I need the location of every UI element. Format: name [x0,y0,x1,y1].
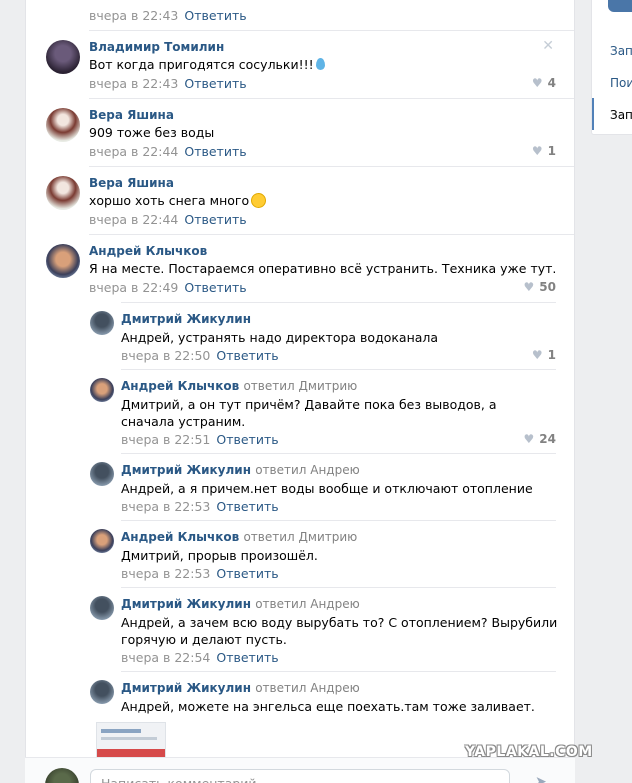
avatar[interactable] [90,462,114,486]
comment-text: 909 тоже без воды [89,125,215,140]
comment-text: Андрей, а я причем.нет воды вообще и отк… [121,481,533,496]
avatar[interactable] [90,596,114,620]
like-button[interactable]: ♥ 24 [524,432,556,446]
comment-author[interactable]: Дмитрий Жикулин [121,312,251,326]
comment-meta: вчера в 22:44 Ответить [89,212,247,227]
reply-link[interactable]: Ответить [184,144,246,159]
send-icon[interactable]: ➤ [535,774,549,783]
heart-icon: ♥ [531,144,543,158]
heart-icon: ♥ [523,432,535,446]
reply-link[interactable]: Ответить [216,348,278,363]
comment-meta: вчера в 22:43 Ответить [89,8,247,23]
reply-link[interactable]: Ответить [184,76,246,91]
laughing-emoji-icon [251,193,267,208]
avatar[interactable] [46,40,80,74]
comment-author[interactable]: Дмитрий Жикулин ответил Андрею [121,681,360,695]
avatar [45,768,79,783]
comment-meta: вчера в 22:49 Ответить [89,280,247,295]
droplet-emoji-icon [315,58,325,70]
reply-link[interactable]: Ответить [216,499,278,514]
divider [121,302,556,303]
comment-input[interactable]: Написать комментарий... [90,769,510,783]
comment-meta: вчера в 22:51 Ответить [121,432,279,447]
like-button[interactable]: ♥ 4 [532,76,556,90]
divider [121,587,556,588]
divider [121,453,556,454]
avatar[interactable] [90,311,114,335]
right-sidebar: Зап Пои Зап [591,0,632,135]
comment-meta: вчера в 22:50 Ответить [121,348,279,363]
comment-meta: вчера в 22:53 Ответить [121,499,279,514]
avatar[interactable] [46,108,80,142]
reply-link[interactable]: Ответить [184,8,246,23]
comment-meta: вчера в 22:43 Ответить [89,76,247,91]
reply-link[interactable]: Ответить [216,566,278,581]
divider [121,671,556,672]
comment-meta: вчера в 22:53 Ответить [121,566,279,581]
avatar[interactable] [90,680,114,704]
avatar[interactable] [46,176,80,210]
avatar[interactable] [90,529,114,553]
avatar[interactable] [46,244,80,278]
divider [121,369,556,370]
vk-logo-icon [608,0,632,12]
comment-meta: вчера в 22:44 Ответить [89,144,247,159]
like-button[interactable]: ♥ 50 [524,280,556,294]
heart-icon: ♥ [523,280,535,294]
like-button[interactable]: ♥ 1 [532,144,556,158]
divider [89,30,574,31]
comment-author[interactable]: Андрей Клычков ответил Дмитрию [121,379,357,393]
comment-text: Я на месте. Постараемся оперативно всё у… [89,261,557,276]
divider [89,166,574,167]
comment-text: Андрей, можете на энгельса еще поехать.т… [121,699,535,714]
sidebar-item[interactable]: Зап [610,44,632,58]
reply-link[interactable]: Ответить [184,280,246,295]
comment-author[interactable]: Вера Яшина [89,176,174,190]
comment-author[interactable]: Андрей Клычков [89,244,207,258]
close-icon[interactable]: ✕ [542,38,554,54]
sidebar-item[interactable]: Пои [610,76,632,90]
comment-text: Андрей, устранять надо директора водокан… [121,330,439,345]
comment-text: Дмитрий, прорыв произошёл. [121,548,318,563]
active-indicator [592,98,594,130]
comments-feed: вчера в 22:43 Ответить Владимир Томилин ✕… [25,0,575,783]
comment-author[interactable]: Дмитрий Жикулин ответил Андрею [121,597,360,611]
comment-input-bar: Написать комментарий... ➤ [25,757,575,783]
comment-author[interactable]: Дмитрий Жикулин ответил Андрею [121,463,360,477]
sidebar-item[interactable]: Зап [610,108,632,122]
reply-link[interactable]: Ответить [216,650,278,665]
divider [89,234,574,235]
divider [121,520,556,521]
comment-text: Дмитрий, а он тут причём? Давайте пока б… [121,397,497,429]
avatar[interactable] [90,378,114,402]
comment-text: Андрей, а зачем всю воду вырубать то? С … [121,615,558,647]
divider [89,98,574,99]
comment-text: Вот когда пригодятся сосульки!!! [89,56,325,73]
reply-link[interactable]: Ответить [184,212,246,227]
like-button[interactable]: ♥ 1 [532,348,556,362]
reply-link[interactable]: Ответить [216,432,278,447]
heart-icon: ♥ [531,76,543,90]
comment-text: хоршо хоть снега много [89,192,267,209]
comment-meta: вчера в 22:54 Ответить [121,650,279,665]
watermark: YAPLAKAL.COM [465,744,593,760]
comment-author[interactable]: Владимир Томилин [89,40,224,54]
comment-author[interactable]: Андрей Клычков ответил Дмитрию [121,530,357,544]
comment-author[interactable]: Вера Яшина [89,108,174,122]
heart-icon: ♥ [531,348,543,362]
